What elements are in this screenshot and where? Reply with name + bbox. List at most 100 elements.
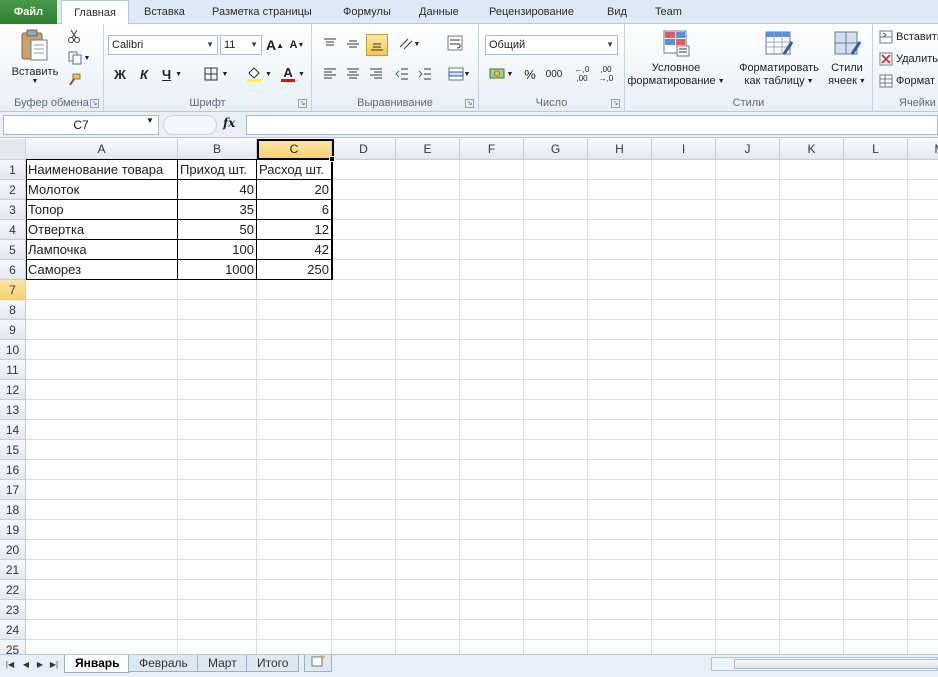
cell-c3[interactable]: 6 bbox=[257, 200, 332, 220]
dialog-launcher-icon[interactable]: ↘ bbox=[465, 99, 474, 108]
cell-c2[interactable]: 20 bbox=[257, 180, 332, 200]
tab-insert[interactable]: Вставка bbox=[144, 0, 185, 24]
tab-view[interactable]: Вид bbox=[607, 0, 627, 24]
font-name-combo[interactable]: Calibri ▼ bbox=[108, 35, 218, 55]
formula-input[interactable] bbox=[246, 115, 938, 135]
wrap-text-button[interactable] bbox=[444, 32, 466, 54]
tab-page-layout[interactable]: Разметка страницы bbox=[212, 0, 312, 24]
first-sheet-button[interactable]: |◀ bbox=[4, 658, 16, 672]
cell-b1[interactable]: Приход шт. bbox=[178, 160, 257, 180]
sheet-tab-february[interactable]: Февраль bbox=[128, 655, 199, 672]
fill-color-button[interactable]: ▼ bbox=[244, 64, 274, 84]
tab-home[interactable]: Главная bbox=[61, 0, 129, 25]
row-header-25[interactable]: 25 bbox=[0, 640, 26, 654]
prev-sheet-button[interactable]: ◀ bbox=[20, 658, 32, 672]
cell-b4[interactable]: 50 bbox=[178, 220, 257, 240]
column-header-f[interactable]: F bbox=[460, 139, 524, 160]
tab-team[interactable]: Team bbox=[655, 0, 682, 24]
cell-c4[interactable]: 12 bbox=[257, 220, 332, 240]
paste-button[interactable]: Вставить ▼ bbox=[6, 26, 64, 88]
column-header-e[interactable]: E bbox=[396, 139, 460, 160]
grow-font-button[interactable]: A ▲ bbox=[266, 36, 284, 54]
row-header-19[interactable]: 19 bbox=[0, 520, 26, 540]
worksheet-grid[interactable]: ABCDEFGHIJKLM 12345678910111213141516171… bbox=[0, 139, 938, 654]
increase-indent-button[interactable] bbox=[415, 64, 435, 84]
font-color-button[interactable]: A ▼ bbox=[278, 64, 308, 84]
tab-review[interactable]: Рецензирование bbox=[489, 0, 574, 24]
cell-styles-button[interactable]: Стили ячеек ▼ bbox=[825, 26, 869, 92]
cell-b6[interactable]: 1000 bbox=[178, 260, 257, 280]
format-cells-button[interactable]: Формат bbox=[879, 72, 938, 90]
scrollbar-thumb[interactable] bbox=[734, 659, 938, 669]
column-header-d[interactable]: D bbox=[332, 139, 396, 160]
row-header-6[interactable]: 6 bbox=[0, 260, 26, 280]
dialog-launcher-icon[interactable]: ↘ bbox=[298, 99, 307, 108]
row-header-15[interactable]: 15 bbox=[0, 440, 26, 460]
copy-button[interactable]: ▼ bbox=[66, 50, 92, 66]
italic-button[interactable]: К bbox=[134, 64, 154, 84]
conditional-formatting-button[interactable]: Условное форматирование ▼ bbox=[627, 26, 725, 92]
delete-cells-button[interactable]: Удалить bbox=[879, 50, 938, 68]
merge-center-button[interactable]: ▼ bbox=[444, 64, 474, 84]
row-header-3[interactable]: 3 bbox=[0, 200, 26, 220]
dialog-launcher-icon[interactable]: ↘ bbox=[611, 99, 620, 108]
fill-handle[interactable] bbox=[329, 156, 335, 162]
font-size-combo[interactable]: 11 ▼ bbox=[220, 35, 262, 55]
orientation-button[interactable]: ▼ bbox=[394, 34, 424, 54]
row-header-21[interactable]: 21 bbox=[0, 560, 26, 580]
row-header-7[interactable]: 7 bbox=[0, 280, 26, 300]
sheet-tab-total[interactable]: Итого bbox=[246, 655, 300, 672]
cell-c1[interactable]: Расход шт. bbox=[257, 160, 332, 180]
name-box[interactable]: C7 bbox=[3, 115, 159, 135]
borders-button[interactable]: ▼ bbox=[200, 64, 232, 84]
row-header-5[interactable]: 5 bbox=[0, 240, 26, 260]
row-header-8[interactable]: 8 bbox=[0, 300, 26, 320]
shrink-font-button[interactable]: A ▼ bbox=[288, 36, 306, 54]
column-header-g[interactable]: G bbox=[524, 139, 588, 160]
cell-c6[interactable]: 250 bbox=[257, 260, 332, 280]
column-header-j[interactable]: J bbox=[716, 139, 780, 160]
row-header-1[interactable]: 1 bbox=[0, 160, 26, 180]
column-header-m[interactable]: M bbox=[908, 139, 938, 160]
align-middle-button[interactable] bbox=[343, 34, 363, 54]
cell-a5[interactable]: Лампочка bbox=[26, 240, 178, 260]
horizontal-scrollbar[interactable] bbox=[711, 657, 938, 671]
format-as-table-button[interactable]: Форматировать как таблицу ▼ bbox=[733, 26, 825, 92]
tab-data[interactable]: Данные bbox=[419, 0, 459, 24]
align-center-button[interactable] bbox=[343, 64, 363, 84]
last-sheet-button[interactable]: ▶| bbox=[48, 658, 60, 672]
column-header-b[interactable]: B bbox=[178, 139, 257, 160]
row-header-2[interactable]: 2 bbox=[0, 180, 26, 200]
column-header-k[interactable]: K bbox=[780, 139, 844, 160]
insert-function-button[interactable]: fx bbox=[223, 116, 235, 130]
align-right-button[interactable] bbox=[366, 64, 386, 84]
align-bottom-button[interactable] bbox=[366, 34, 388, 56]
row-header-24[interactable]: 24 bbox=[0, 620, 26, 640]
row-header-17[interactable]: 17 bbox=[0, 480, 26, 500]
row-header-16[interactable]: 16 bbox=[0, 460, 26, 480]
tab-file[interactable]: Файл bbox=[0, 0, 57, 24]
align-left-button[interactable] bbox=[320, 64, 340, 84]
currency-format-button[interactable]: ▼ bbox=[485, 64, 517, 84]
row-header-10[interactable]: 10 bbox=[0, 340, 26, 360]
cell-a3[interactable]: Топор bbox=[26, 200, 178, 220]
new-sheet-button[interactable] bbox=[304, 654, 332, 672]
insert-cells-button[interactable]: Вставить bbox=[879, 28, 938, 46]
sheet-tab-january[interactable]: Январь bbox=[64, 655, 131, 673]
cell-a6[interactable]: Саморез bbox=[26, 260, 178, 280]
row-header-11[interactable]: 11 bbox=[0, 360, 26, 380]
sheet-tab-march[interactable]: Март bbox=[197, 655, 248, 672]
row-header-18[interactable]: 18 bbox=[0, 500, 26, 520]
column-header-i[interactable]: I bbox=[652, 139, 716, 160]
column-header-l[interactable]: L bbox=[844, 139, 908, 160]
row-header-12[interactable]: 12 bbox=[0, 380, 26, 400]
align-top-button[interactable] bbox=[320, 34, 340, 54]
cell-b2[interactable]: 40 bbox=[178, 180, 257, 200]
increase-decimal-button[interactable]: ←,0,00 bbox=[571, 62, 593, 86]
row-header-9[interactable]: 9 bbox=[0, 320, 26, 340]
row-header-23[interactable]: 23 bbox=[0, 600, 26, 620]
underline-button[interactable]: Ч ▼ bbox=[158, 64, 186, 84]
cell-a4[interactable]: Отвертка bbox=[26, 220, 178, 240]
column-header-h[interactable]: H bbox=[588, 139, 652, 160]
cut-button[interactable] bbox=[66, 28, 82, 44]
